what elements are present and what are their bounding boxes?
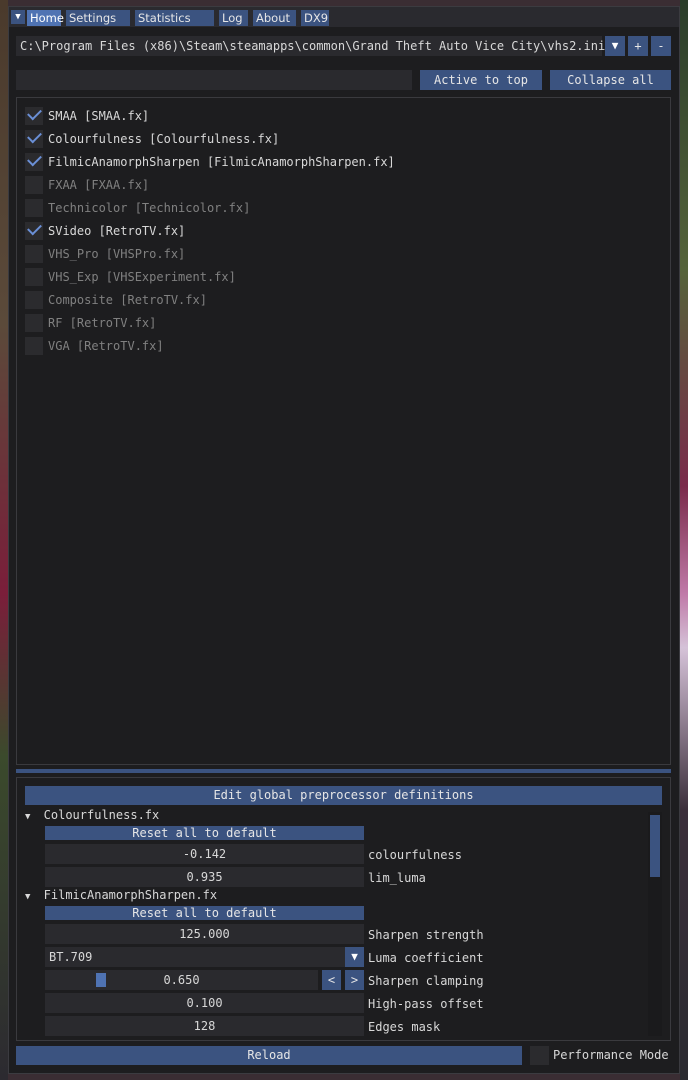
reshade-window: ▼ Home Settings Statistics Log About DX9…	[8, 6, 680, 1074]
clamping-increase-button[interactable]: >	[345, 970, 364, 990]
luma-coefficient-value: BT.709	[49, 950, 93, 964]
sharpen-clamping-value: 0.650	[163, 973, 200, 987]
list-item[interactable]: RF [RetroTV.fx]	[25, 313, 665, 333]
effect-name: SMAA [SMAA.fx]	[48, 109, 150, 123]
game-background-right	[680, 0, 688, 1080]
tab-statistics[interactable]: Statistics	[135, 10, 214, 26]
section-header-colourfulness[interactable]: ▼ Colourfulness.fx	[25, 808, 159, 826]
luma-coefficient-combo[interactable]: BT.709 ▼	[45, 947, 364, 967]
checkmark-icon	[27, 105, 42, 121]
effect-name: RF [RetroTV.fx]	[48, 316, 157, 330]
effect-name: FilmicAnamorphSharpen [FilmicAnamorphSha…	[48, 155, 395, 169]
effect-checkbox[interactable]	[25, 220, 43, 240]
tab-dx9[interactable]: DX9	[301, 10, 329, 26]
tab-log[interactable]: Log	[219, 10, 248, 26]
luma-coefficient-label: Luma coefficient	[368, 951, 484, 965]
tab-settings[interactable]: Settings	[66, 10, 130, 26]
effect-name: SVideo [RetroTV.fx]	[48, 224, 186, 238]
effect-checkbox[interactable]	[25, 314, 43, 332]
edit-preprocessor-button[interactable]: Edit global preprocessor definitions	[25, 786, 662, 805]
list-item[interactable]: FilmicAnamorphSharpen [FilmicAnamorphSha…	[25, 151, 665, 172]
effect-name: Composite [RetroTV.fx]	[48, 293, 207, 307]
high-pass-offset-slider[interactable]: 0.100	[45, 993, 364, 1013]
high-pass-offset-label: High-pass offset	[368, 997, 484, 1011]
reload-button[interactable]: Reload	[16, 1046, 522, 1065]
checkmark-icon	[27, 220, 42, 236]
add-preset-button[interactable]: +	[628, 36, 648, 56]
game-background-left	[0, 0, 8, 1080]
performance-mode-label: Performance Mode	[553, 1048, 669, 1062]
sharpen-strength-label: Sharpen strength	[368, 928, 484, 942]
lim-luma-slider[interactable]: 0.935	[45, 867, 364, 887]
chevron-down-icon: ▼	[25, 812, 31, 822]
effect-checkbox[interactable]	[25, 245, 43, 263]
performance-mode-checkbox[interactable]	[530, 1046, 549, 1065]
effect-name: Technicolor [Technicolor.fx]	[48, 201, 251, 215]
edges-mask-slider[interactable]: 128	[45, 1016, 364, 1036]
lim-luma-label: lim_luma	[368, 871, 426, 885]
reset-colourfulness-button[interactable]: Reset all to default	[45, 826, 364, 840]
list-item[interactable]: Technicolor [Technicolor.fx]	[25, 198, 665, 218]
effect-checkbox[interactable]	[25, 151, 43, 171]
sharpen-clamping-label: Sharpen clamping	[368, 974, 484, 988]
preset-dropdown-icon[interactable]: ▼	[605, 36, 625, 56]
preset-path: C:\Program Files (x86)\Steam\steamapps\c…	[20, 39, 606, 53]
sharpen-clamping-slider[interactable]: 0.650	[45, 970, 318, 990]
preset-selector[interactable]: C:\Program Files (x86)\Steam\steamapps\c…	[16, 36, 606, 56]
sharpen-strength-slider[interactable]: 125.000	[45, 924, 364, 944]
reset-filmic-button[interactable]: Reset all to default	[45, 906, 364, 920]
edges-mask-label: Edges mask	[368, 1020, 441, 1034]
effect-checkbox[interactable]	[25, 105, 43, 125]
tab-bar: ▼ Home Settings Statistics Log About DX9	[9, 7, 679, 27]
effect-checkbox[interactable]	[25, 337, 43, 355]
parameter-panel: Edit global preprocessor definitions ▼ C…	[16, 777, 671, 1041]
effect-search-input[interactable]	[16, 70, 412, 90]
list-item[interactable]: SVideo [RetroTV.fx]	[25, 220, 665, 241]
collapse-all-button[interactable]: Collapse all	[550, 70, 671, 90]
list-item[interactable]: FXAA [FXAA.fx]	[25, 175, 665, 195]
panel-splitter[interactable]	[16, 769, 671, 773]
effect-name: Colourfulness [Colourfulness.fx]	[48, 132, 280, 146]
tab-home[interactable]: Home	[27, 10, 64, 26]
colourfulness-slider[interactable]: -0.142	[45, 844, 364, 864]
clamping-decrease-button[interactable]: <	[322, 970, 341, 990]
effect-name: VHS_Pro [VHSPro.fx]	[48, 247, 186, 261]
effect-checkbox[interactable]	[25, 176, 43, 194]
effect-checkbox[interactable]	[25, 291, 43, 309]
effect-checkbox[interactable]	[25, 199, 43, 217]
effect-checkbox[interactable]	[25, 268, 43, 286]
remove-preset-button[interactable]: -	[651, 36, 671, 56]
section-title: Colourfulness.fx	[43, 808, 160, 822]
list-item[interactable]: SMAA [SMAA.fx]	[25, 105, 665, 126]
parameter-scrollbar[interactable]	[648, 812, 662, 1036]
section-header-filmic[interactable]: ▼ FilmicAnamorphSharpen.fx	[25, 888, 217, 906]
combo-dropdown-icon[interactable]: ▼	[345, 947, 364, 967]
chevron-down-icon: ▼	[25, 892, 31, 902]
tab-about[interactable]: About	[253, 10, 296, 26]
window-collapse-icon[interactable]: ▼	[11, 10, 25, 24]
effect-list: SMAA [SMAA.fx] Colourfulness [Colourfuln…	[16, 97, 671, 765]
list-item[interactable]: VHS_Pro [VHSPro.fx]	[25, 244, 665, 264]
colourfulness-label: colourfulness	[368, 848, 462, 862]
checkmark-icon	[27, 128, 42, 144]
checkmark-icon	[27, 151, 42, 167]
section-title: FilmicAnamorphSharpen.fx	[43, 888, 218, 902]
effect-name: VGA [RetroTV.fx]	[48, 339, 164, 353]
effect-checkbox[interactable]	[25, 128, 43, 148]
list-item[interactable]: VHS_Exp [VHSExperiment.fx]	[25, 267, 665, 287]
active-to-top-button[interactable]: Active to top	[420, 70, 542, 90]
scrollbar-thumb[interactable]	[650, 815, 660, 877]
list-item[interactable]: Colourfulness [Colourfulness.fx]	[25, 128, 665, 149]
list-item[interactable]: VGA [RetroTV.fx]	[25, 336, 665, 356]
effect-name: FXAA [FXAA.fx]	[48, 178, 150, 192]
list-item[interactable]: Composite [RetroTV.fx]	[25, 290, 665, 310]
effect-name: VHS_Exp [VHSExperiment.fx]	[48, 270, 236, 284]
